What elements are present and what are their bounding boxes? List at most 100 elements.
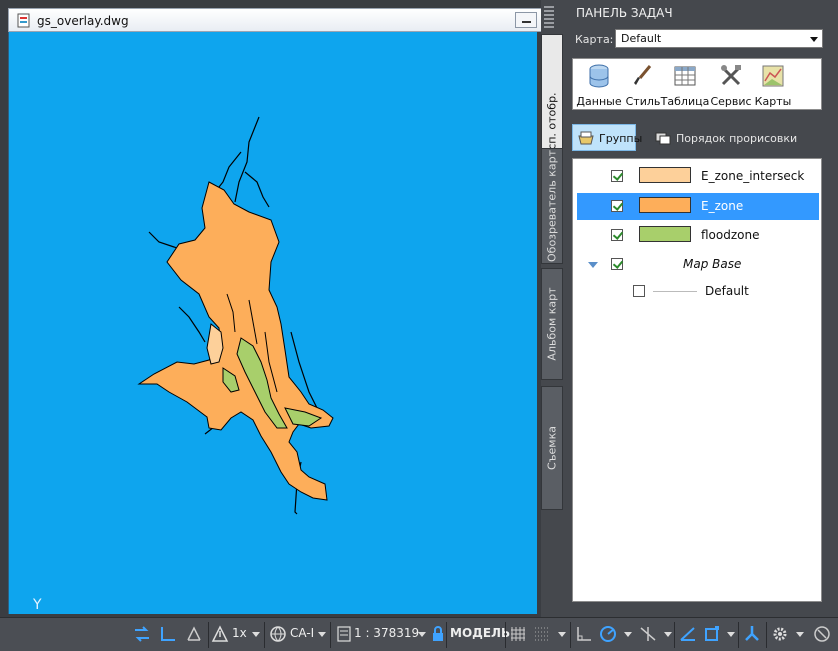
palette-grip[interactable] bbox=[544, 4, 556, 28]
divider bbox=[330, 622, 331, 648]
tributary-line bbox=[214, 151, 242, 193]
table-tool-label: Таблица bbox=[660, 95, 710, 108]
dwg-file-icon bbox=[17, 13, 30, 28]
map-select-value: Default bbox=[621, 32, 662, 45]
model-space-switch-icon[interactable] bbox=[132, 624, 152, 644]
layer-row[interactable]: E_zone bbox=[577, 193, 819, 220]
map-icon bbox=[762, 65, 784, 87]
layer-list: E_zone_interseck E_zone floodzone Map Ba… bbox=[572, 158, 822, 602]
divider bbox=[766, 622, 767, 648]
tab-survey[interactable]: Съемка bbox=[541, 386, 563, 510]
group-visibility-checkbox[interactable] bbox=[611, 258, 623, 270]
chevron-down-icon bbox=[810, 37, 818, 42]
layer-color-swatch bbox=[639, 197, 691, 213]
divider bbox=[505, 622, 506, 648]
divider bbox=[674, 622, 675, 648]
data-tool-label: Данные bbox=[576, 95, 622, 108]
groups-icon bbox=[578, 131, 594, 145]
chevron-down-icon[interactable] bbox=[727, 632, 735, 637]
chevron-down-icon[interactable] bbox=[664, 632, 672, 637]
layer-name: floodzone bbox=[701, 228, 760, 242]
chevron-down-icon[interactable] bbox=[418, 632, 426, 637]
tools-tool-button[interactable]: Сервис bbox=[710, 63, 752, 109]
layer-name: Default bbox=[705, 284, 749, 298]
divider bbox=[738, 622, 739, 648]
document-title: gs_overlay.dwg bbox=[37, 14, 129, 28]
divider bbox=[570, 622, 571, 648]
minimize-button[interactable] bbox=[515, 12, 537, 28]
style-tool-button[interactable]: Стиль bbox=[625, 63, 661, 109]
groups-label: Группы bbox=[599, 132, 643, 145]
tools-icon bbox=[721, 65, 741, 86]
tools-tool-label: Сервис bbox=[710, 95, 752, 108]
globe-icon[interactable] bbox=[268, 624, 288, 644]
lock-icon[interactable] bbox=[428, 624, 448, 644]
chevron-down-icon[interactable] bbox=[252, 632, 260, 637]
coordinate-system[interactable]: CA-I bbox=[290, 626, 314, 648]
ucs-icon[interactable] bbox=[158, 624, 178, 644]
workspace-icon[interactable] bbox=[742, 624, 762, 644]
display-manager-toolbar: Данные Стиль Таблица Сервис Карты bbox=[572, 58, 822, 110]
layer-visibility-checkbox[interactable] bbox=[611, 200, 623, 212]
groups-button[interactable]: Группы bbox=[572, 124, 642, 151]
snap-mode-icon[interactable] bbox=[532, 624, 552, 644]
layer-visibility-checkbox[interactable] bbox=[633, 285, 645, 297]
scale-factor[interactable]: 1x bbox=[232, 626, 247, 648]
document-title-bar[interactable]: gs_overlay.dwg bbox=[8, 8, 542, 32]
table-tool-button[interactable]: Таблица bbox=[661, 63, 709, 109]
layer-visibility-checkbox[interactable] bbox=[611, 229, 623, 241]
map-select[interactable]: Default bbox=[615, 29, 823, 48]
layer-row-default[interactable]: Default bbox=[577, 278, 819, 305]
brush-icon bbox=[634, 65, 652, 85]
object-snap-tracking-icon[interactable] bbox=[678, 624, 698, 644]
database-icon bbox=[589, 64, 609, 88]
map-canvas[interactable]: Y bbox=[8, 32, 537, 614]
layer-row[interactable]: E_zone_interseck bbox=[577, 163, 819, 190]
table-icon bbox=[674, 66, 696, 86]
infer-constraints-icon[interactable] bbox=[574, 624, 594, 644]
tributary-line bbox=[244, 171, 270, 208]
map-scale[interactable]: 1 : 378319 bbox=[354, 626, 419, 648]
draw-order-button[interactable]: Порядок прорисовки bbox=[676, 132, 797, 145]
chevron-down-icon[interactable] bbox=[318, 632, 326, 637]
chevron-down-icon[interactable] bbox=[587, 260, 599, 270]
e-zone-shape bbox=[137, 181, 334, 501]
task-pane-tabs: Дисп. отобр. Обозреватель карт Альбом ка… bbox=[541, 34, 563, 514]
grid-icon[interactable] bbox=[508, 624, 528, 644]
chevron-down-icon[interactable] bbox=[558, 632, 566, 637]
isometric-draft-icon[interactable] bbox=[638, 624, 658, 644]
map-shapes bbox=[137, 116, 334, 515]
layer-color-swatch bbox=[639, 167, 691, 183]
map-scale-icon bbox=[337, 626, 351, 642]
data-tool-button[interactable]: Данные bbox=[576, 63, 622, 109]
groups-bar: Группы Порядок прорисовки bbox=[572, 124, 838, 152]
clean-screen-icon[interactable] bbox=[812, 624, 832, 644]
group-row-map-base[interactable]: Map Base bbox=[577, 251, 819, 278]
polar-tracking-icon[interactable] bbox=[598, 624, 618, 644]
ucs-axis-label: Y bbox=[33, 597, 42, 613]
annotation-scale-icon[interactable] bbox=[210, 624, 230, 644]
tab-map-explorer[interactable]: Обозреватель карт bbox=[541, 148, 563, 264]
tributary-line bbox=[178, 306, 206, 343]
group-name: Map Base bbox=[683, 257, 742, 271]
ortho-icon[interactable] bbox=[184, 624, 204, 644]
tributary-line bbox=[234, 116, 260, 203]
layer-visibility-checkbox[interactable] bbox=[611, 170, 623, 182]
chevron-down-icon[interactable] bbox=[624, 632, 632, 637]
chevron-down-icon[interactable] bbox=[796, 632, 804, 637]
style-tool-label: Стиль bbox=[625, 95, 661, 108]
divider bbox=[208, 622, 209, 648]
maps-tool-button[interactable]: Карты bbox=[755, 63, 791, 109]
divider bbox=[264, 622, 265, 648]
object-snap-icon[interactable] bbox=[702, 624, 722, 644]
layer-row[interactable]: floodzone bbox=[577, 222, 819, 249]
layer-style-line bbox=[653, 291, 697, 292]
task-pane-title: ПАНЕЛЬ ЗАДАЧ bbox=[576, 6, 673, 20]
tab-map-book[interactable]: Альбом карт bbox=[541, 268, 563, 380]
draw-order-icon bbox=[655, 132, 671, 145]
gear-icon[interactable] bbox=[770, 624, 790, 644]
model-space-button[interactable]: МОДЕЛЬ bbox=[450, 626, 510, 648]
maps-tool-label: Карты bbox=[754, 95, 792, 108]
map-label: Карта: bbox=[575, 33, 614, 46]
status-bar: 1x CA-I 1 : 378319 МОДЕЛЬ bbox=[0, 617, 838, 651]
